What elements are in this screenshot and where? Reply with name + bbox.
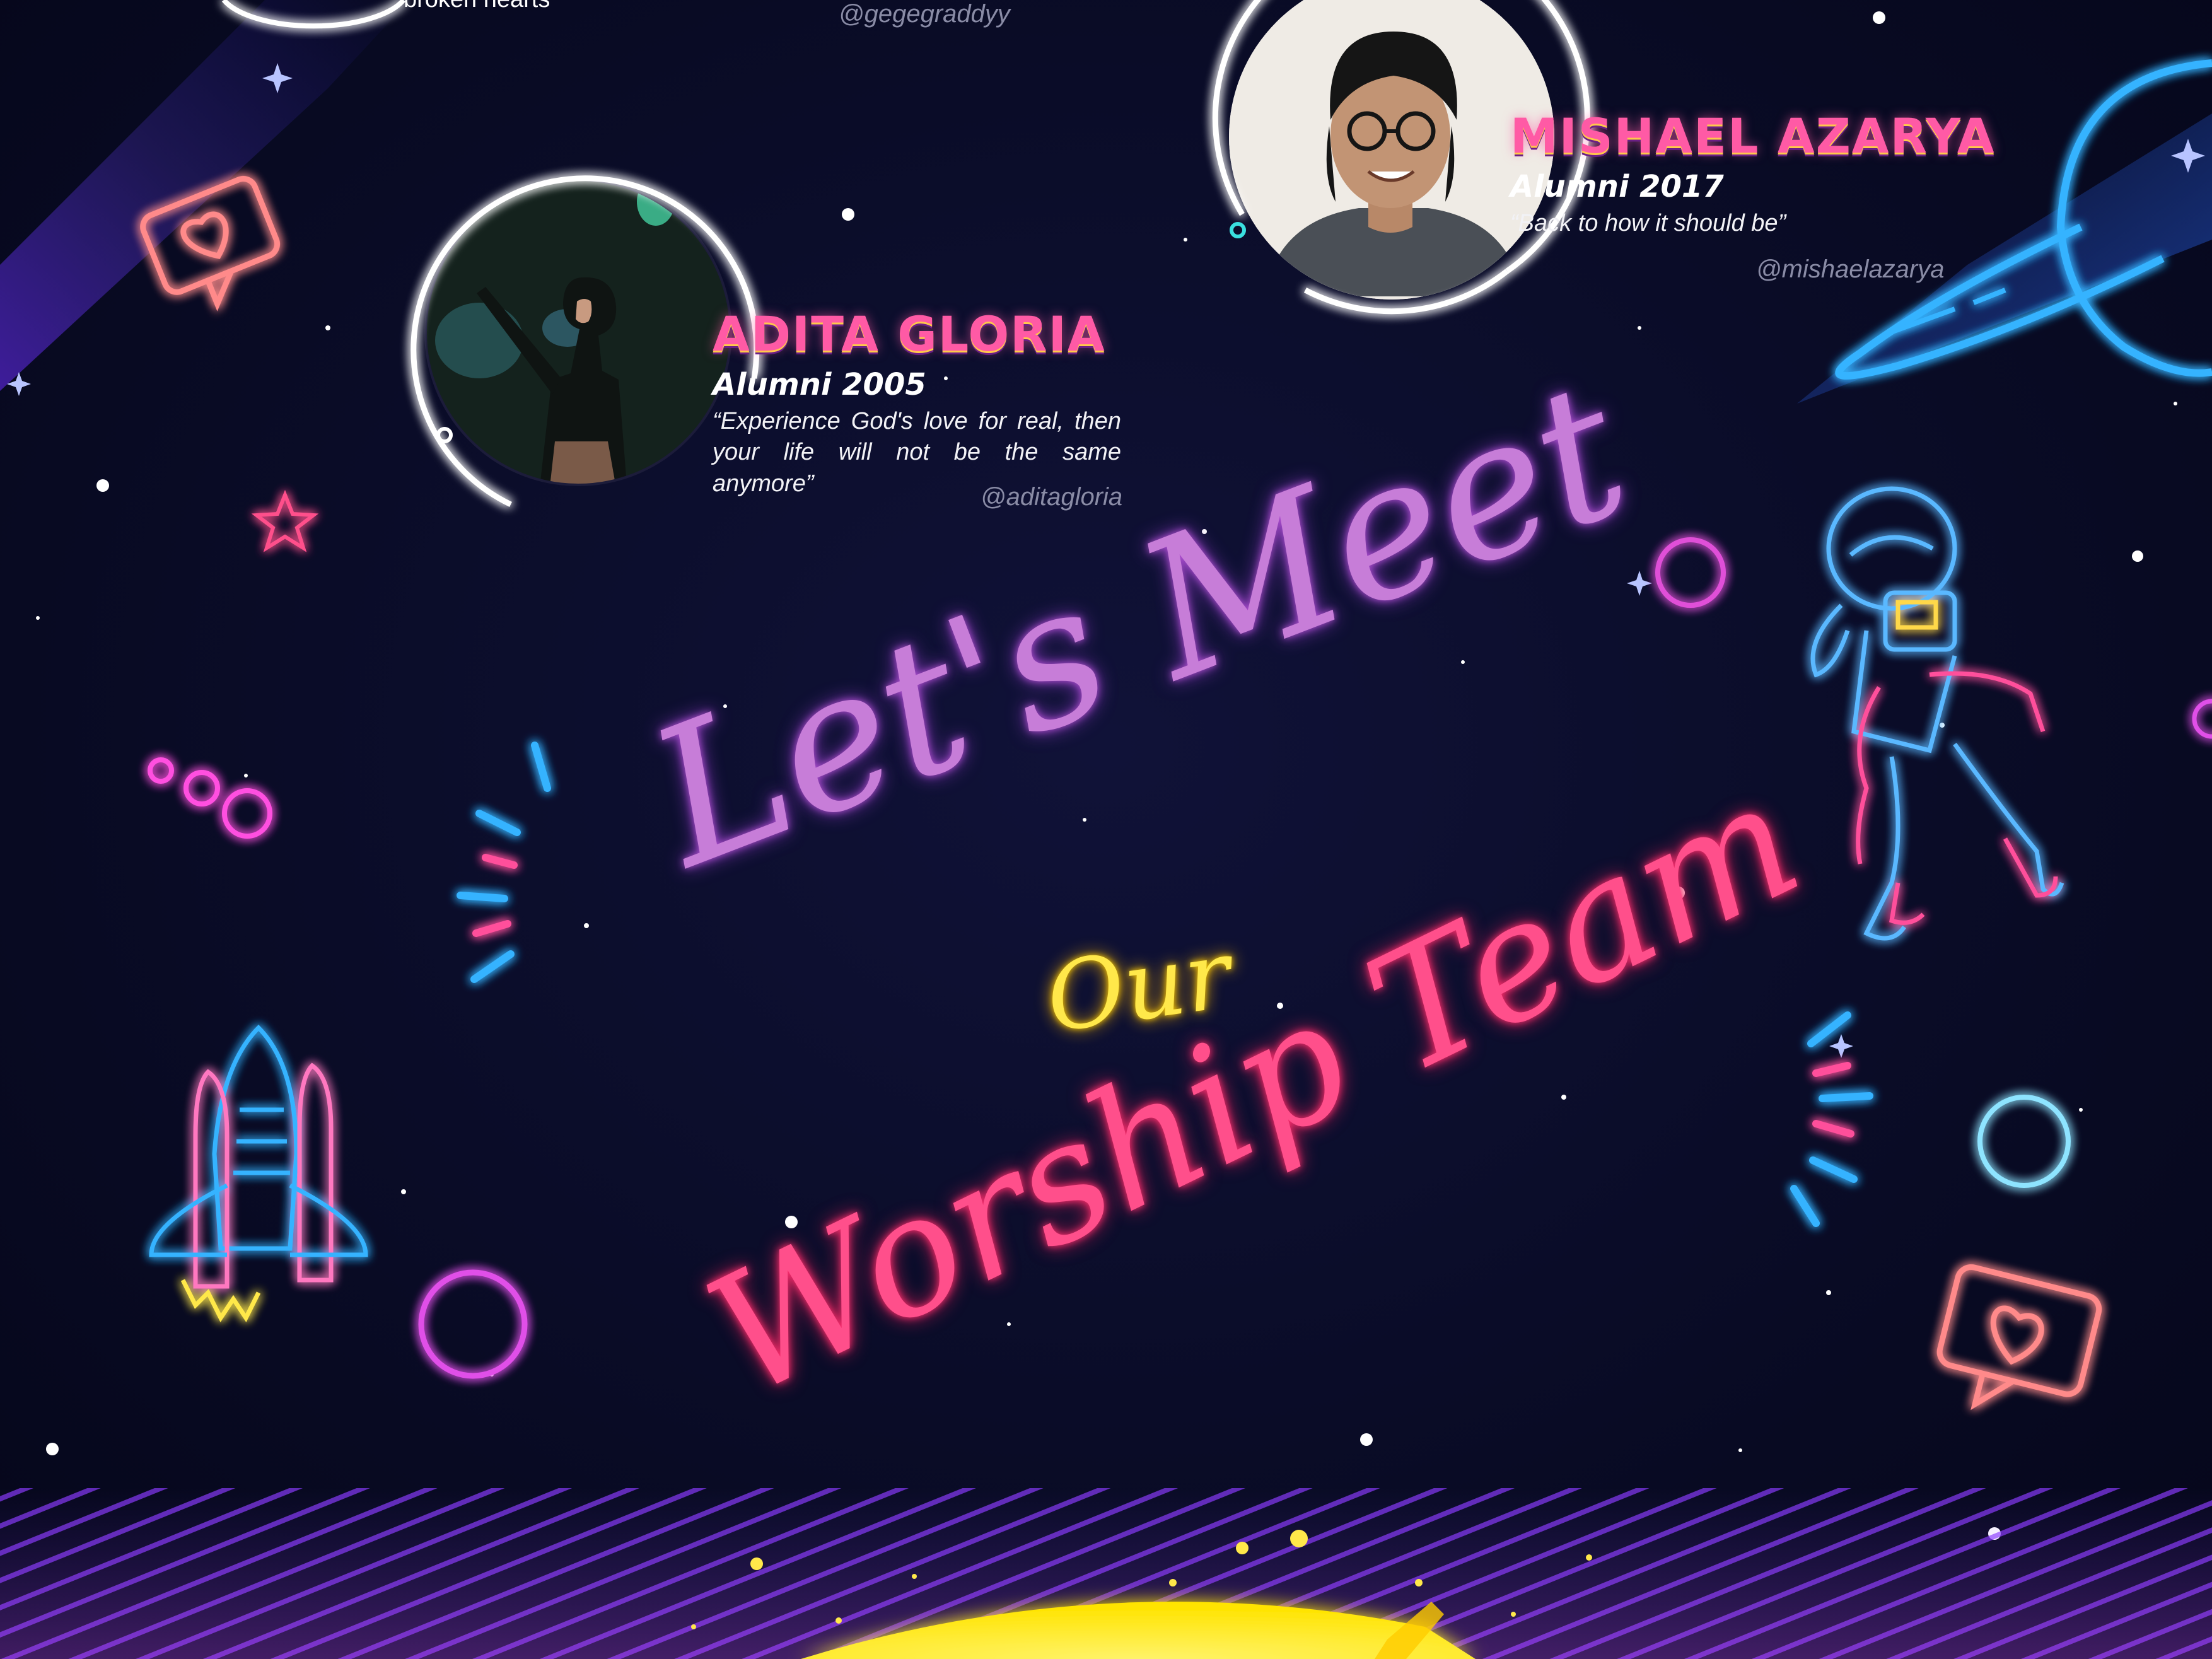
poster: @gegegraddyy broken hearts Mishael Azary… xyxy=(0,0,2212,1659)
ring-icon xyxy=(1655,537,1726,608)
mishael-quote: “Back to how it should be” xyxy=(1510,210,1786,236)
mishael-card: Mishael Azarya Alumni 2017 “Back to how … xyxy=(1510,108,1996,239)
adita-year: Alumni 2005 xyxy=(713,367,926,402)
ring-dot xyxy=(1230,222,1246,238)
spark-lines-icon xyxy=(457,742,551,983)
adita-handle: @aditagloria xyxy=(981,483,1123,511)
star-field xyxy=(36,11,2177,1540)
mishael-handle: @mishaelazarya xyxy=(1756,255,1945,283)
ring-icon xyxy=(1977,1095,2071,1188)
dots-icon xyxy=(148,757,272,839)
ring-dot xyxy=(436,427,453,443)
adita-card: Adita Gloria Alumni 2005 “Experience God… xyxy=(713,310,1121,499)
ring-icon xyxy=(418,1269,528,1379)
star-icon xyxy=(251,489,319,552)
cut-text: broken hearts xyxy=(404,0,550,13)
ring-icon xyxy=(2192,699,2212,739)
mishael-year: Alumni 2017 xyxy=(1510,169,1724,204)
mishael-name: Mishael Azarya xyxy=(1510,108,1996,164)
adita-name: Adita Gloria xyxy=(713,306,1106,362)
heart-chat-icon xyxy=(1936,1264,2102,1411)
rocket-icon xyxy=(149,1025,368,1322)
gege-handle: @gegegraddyy xyxy=(839,0,1010,28)
poster-artwork xyxy=(0,0,2212,1659)
astronaut-icon xyxy=(1810,486,2064,941)
